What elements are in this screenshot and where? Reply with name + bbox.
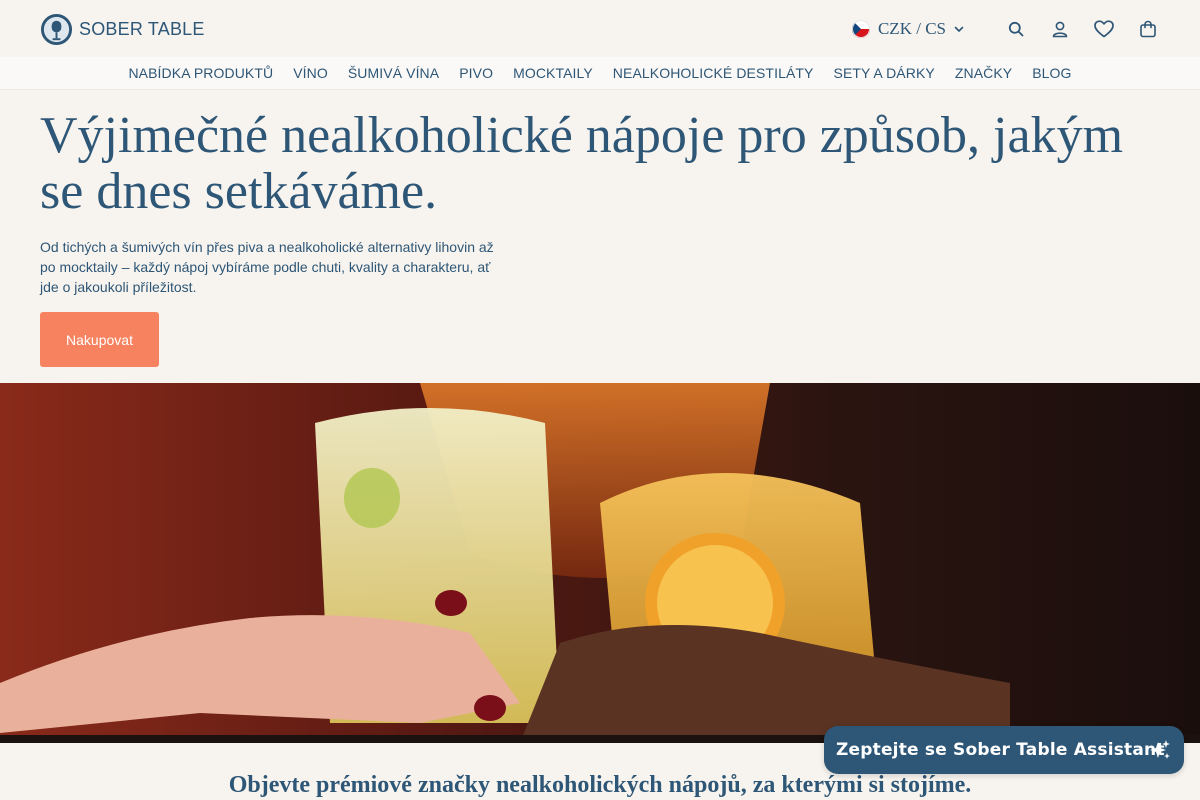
assistant-label: Zeptejte se Sober Table Assistant	[836, 740, 1165, 760]
heart-icon	[1094, 20, 1114, 38]
nav-item-wine[interactable]: VÍNO	[293, 65, 328, 81]
search-icon	[1008, 21, 1024, 37]
hero-image	[0, 383, 1200, 743]
brands-heading: Objevte prémiové značky nealkoholických …	[228, 772, 972, 798]
shopping-bag-icon	[1140, 20, 1156, 38]
top-header: SOBER TABLE CZK / CS	[0, 0, 1200, 57]
nav-item-products[interactable]: NABÍDKA PRODUKTŮ	[128, 65, 273, 81]
cart-button[interactable]	[1136, 17, 1160, 41]
nav-item-spirits[interactable]: NEALKOHOLICKÉ DESTILÁTY	[613, 65, 814, 81]
search-button[interactable]	[1004, 17, 1028, 41]
nav-item-sparkling-wine[interactable]: ŠUMIVÁ VÍNA	[348, 65, 439, 81]
sparkle-icon	[1150, 740, 1170, 759]
locale-selector[interactable]: CZK / CS	[851, 19, 964, 39]
locale-label: CZK / CS	[877, 19, 946, 38]
assistant-button[interactable]: Zeptejte se Sober Table Assistant	[824, 726, 1184, 774]
chevron-down-icon	[954, 26, 964, 32]
account-button[interactable]	[1048, 17, 1072, 41]
toasting-drinks-photo	[0, 383, 1200, 743]
nav-item-mocktails[interactable]: MOCKTAILY	[513, 65, 593, 81]
wishlist-button[interactable]	[1092, 17, 1116, 41]
logo-mark-icon	[40, 13, 73, 45]
brand-name: SOBER TABLE	[79, 18, 205, 39]
nav-item-brands[interactable]: ZNAČKY	[955, 65, 1012, 81]
logo[interactable]: SOBER TABLE	[40, 12, 205, 46]
nav-item-blog[interactable]: BLOG	[1032, 65, 1071, 81]
hero-title: Výjimečné nealkoholické nápoje pro způso…	[40, 107, 1124, 220]
header-actions: CZK / CS	[851, 14, 1160, 44]
account-icon	[1052, 21, 1068, 38]
czech-flag-icon	[851, 20, 870, 38]
nav-item-sets-gifts[interactable]: SETY A DÁRKY	[834, 65, 935, 81]
main-navigation: NABÍDKA PRODUKTŮ VÍNO ŠUMIVÁ VÍNA PIVO M…	[0, 57, 1200, 90]
hero-title-wrap: Výjimečné nealkoholické nápoje pro způso…	[40, 108, 1140, 220]
nav-item-beer[interactable]: PIVO	[459, 65, 493, 81]
hero-subtitle: Od tichých a šumivých vín přes piva a ne…	[40, 239, 494, 295]
shop-now-button[interactable]: Nakupovat	[40, 312, 159, 367]
